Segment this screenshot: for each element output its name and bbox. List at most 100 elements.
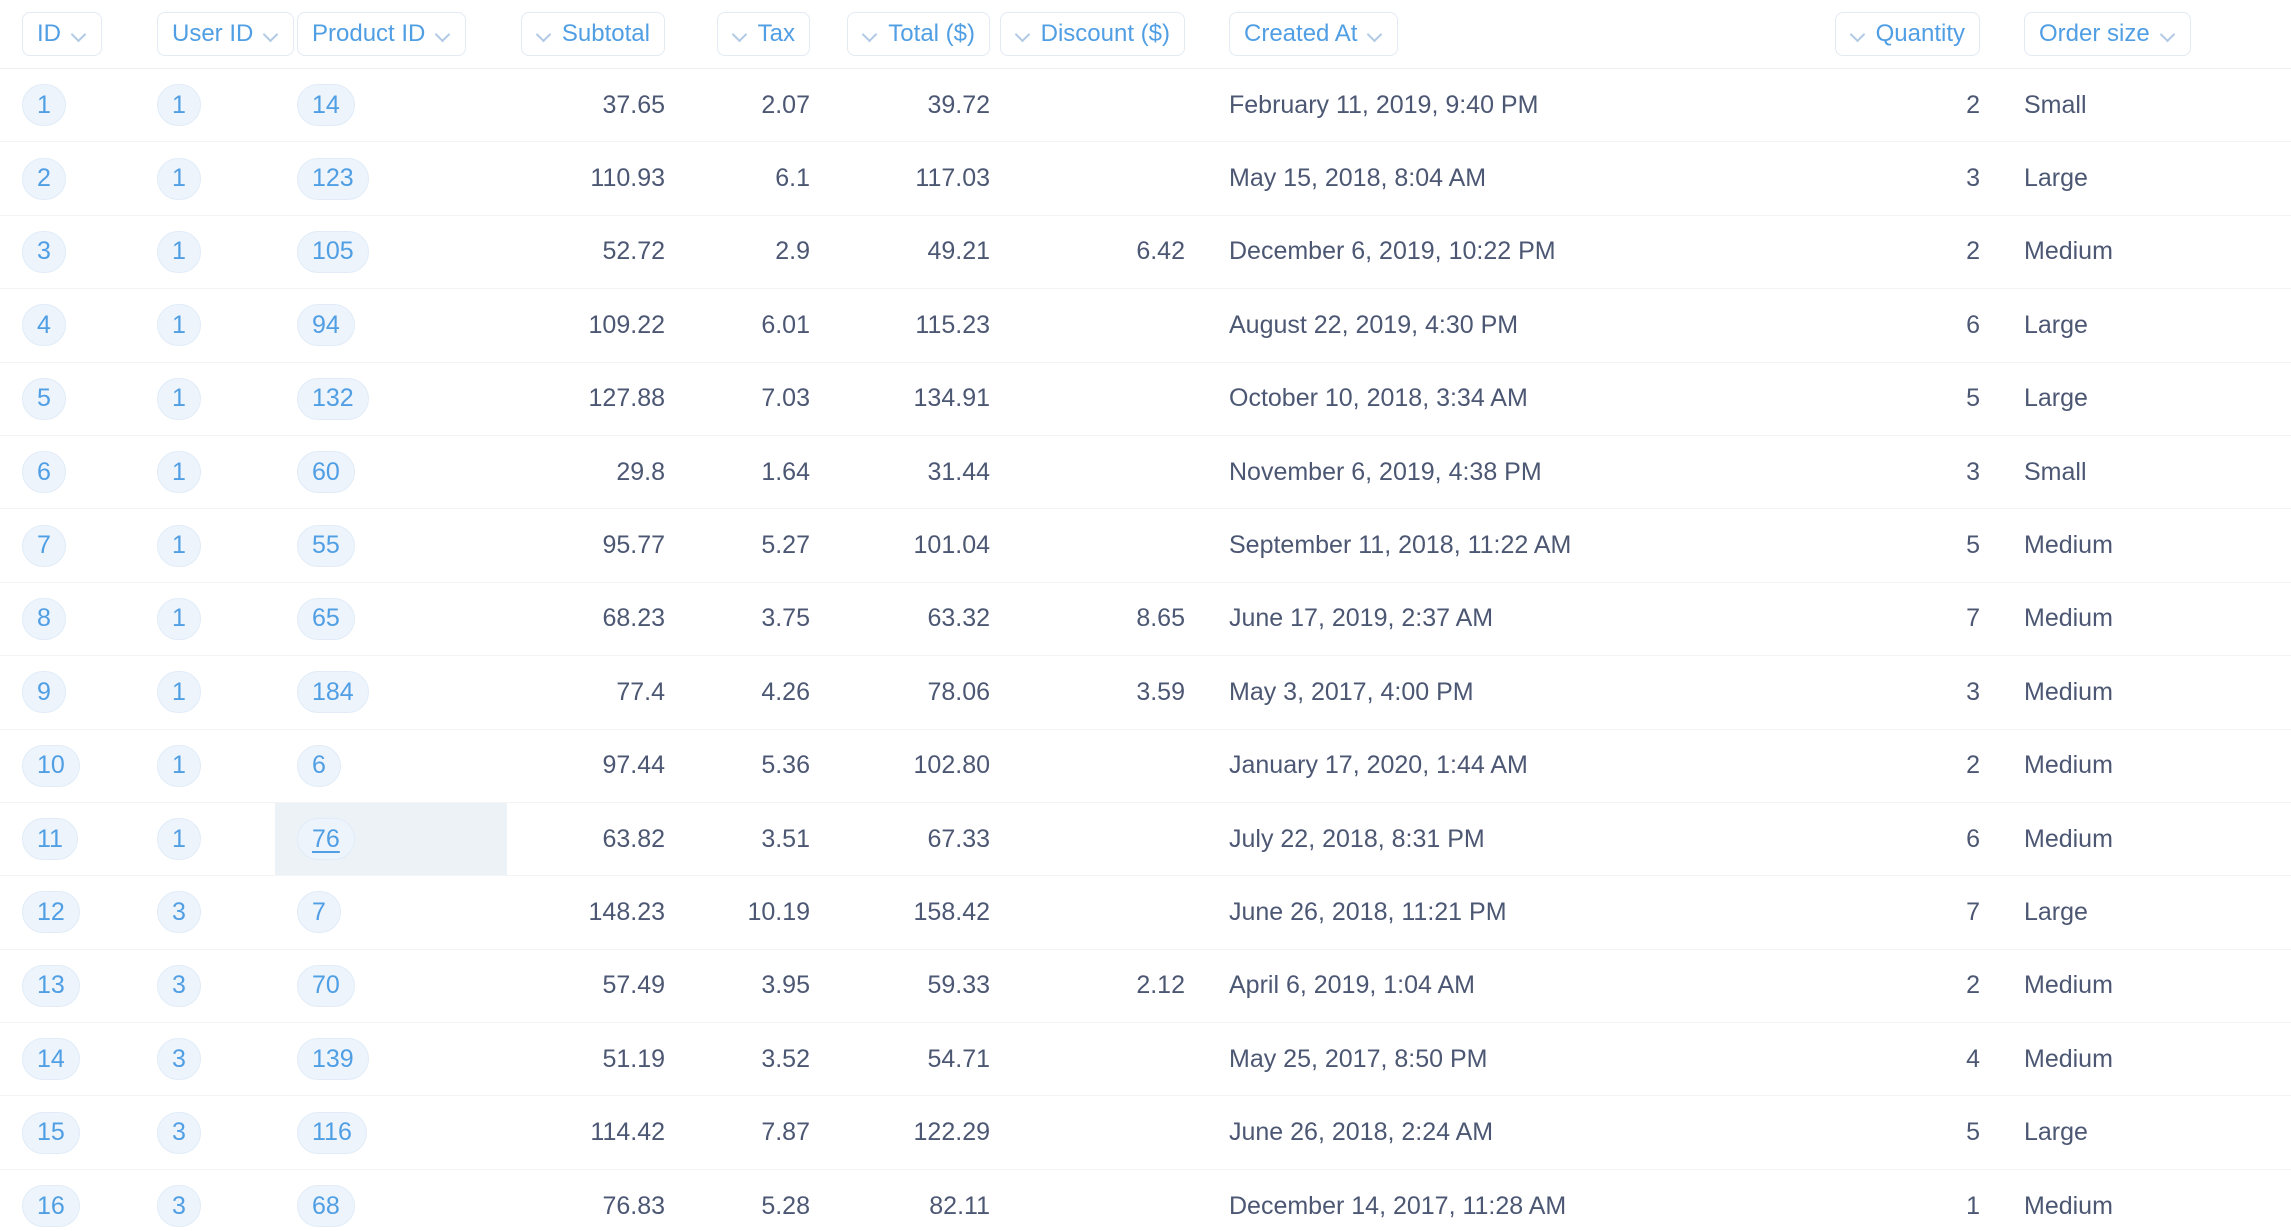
id-pill-product_id[interactable]: 68 — [297, 1185, 355, 1227]
id-pill-id[interactable]: 11 — [22, 818, 78, 860]
cell-tax[interactable]: 3.52 — [687, 1023, 832, 1096]
cell-quantity[interactable]: 5 — [1847, 509, 2002, 582]
cell-order_size[interactable]: Small — [2002, 69, 2291, 142]
cell-subtotal[interactable]: 63.82 — [507, 802, 687, 875]
cell-user_id[interactable]: 1 — [135, 802, 275, 875]
id-pill-id[interactable]: 12 — [22, 891, 80, 933]
column-header-button-order_size[interactable]: Order size — [2024, 12, 2191, 56]
cell-product_id[interactable]: 14 — [275, 69, 507, 142]
cell-id[interactable]: 16 — [0, 1169, 135, 1231]
cell-order_size[interactable]: Small — [2002, 435, 2291, 508]
id-pill-id[interactable]: 14 — [22, 1038, 80, 1080]
cell-user_id[interactable]: 3 — [135, 949, 275, 1022]
cell-order_size[interactable]: Large — [2002, 876, 2291, 949]
column-header-button-product_id[interactable]: Product ID — [297, 12, 466, 56]
cell-tax[interactable]: 6.01 — [687, 289, 832, 362]
id-pill-id[interactable]: 10 — [22, 745, 80, 787]
cell-quantity[interactable]: 7 — [1847, 876, 2002, 949]
id-pill-user_id[interactable]: 1 — [157, 745, 201, 787]
id-pill-id[interactable]: 8 — [22, 598, 66, 640]
cell-subtotal[interactable]: 97.44 — [507, 729, 687, 802]
table-row[interactable]: 4194109.226.01115.23August 22, 2019, 4:3… — [0, 289, 2291, 362]
table-row[interactable]: 616029.81.6431.44November 6, 2019, 4:38 … — [0, 435, 2291, 508]
id-pill-id[interactable]: 3 — [22, 231, 66, 273]
cell-subtotal[interactable]: 109.22 — [507, 289, 687, 362]
cell-discount[interactable] — [1012, 729, 1207, 802]
cell-total[interactable]: 122.29 — [832, 1096, 1012, 1169]
table-row[interactable]: 3110552.722.949.216.42December 6, 2019, … — [0, 215, 2291, 288]
cell-user_id[interactable]: 1 — [135, 142, 275, 215]
id-pill-product_id[interactable]: 76 — [297, 818, 355, 860]
column-header-button-tax[interactable]: Tax — [717, 12, 810, 56]
id-pill-id[interactable]: 2 — [22, 158, 66, 200]
table-row[interactable]: 51132127.887.03134.91October 10, 2018, 3… — [0, 362, 2291, 435]
cell-product_id[interactable]: 116 — [275, 1096, 507, 1169]
cell-order_size[interactable]: Medium — [2002, 509, 2291, 582]
id-pill-user_id[interactable]: 1 — [157, 451, 201, 493]
column-header-button-quantity[interactable]: Quantity — [1835, 12, 1980, 56]
cell-discount[interactable]: 8.65 — [1012, 582, 1207, 655]
cell-discount[interactable]: 3.59 — [1012, 656, 1207, 729]
cell-product_id[interactable]: 65 — [275, 582, 507, 655]
id-pill-product_id[interactable]: 65 — [297, 598, 355, 640]
cell-quantity[interactable]: 4 — [1847, 1023, 2002, 1096]
cell-id[interactable]: 8 — [0, 582, 135, 655]
id-pill-id[interactable]: 5 — [22, 378, 66, 420]
chevron-down-icon[interactable] — [862, 26, 878, 42]
cell-total[interactable]: 49.21 — [832, 215, 1012, 288]
cell-id[interactable]: 9 — [0, 656, 135, 729]
cell-subtotal[interactable]: 57.49 — [507, 949, 687, 1022]
cell-quantity[interactable]: 7 — [1847, 582, 2002, 655]
cell-created_at[interactable]: April 6, 2019, 1:04 AM — [1207, 949, 1847, 1022]
cell-product_id[interactable]: 94 — [275, 289, 507, 362]
cell-user_id[interactable]: 1 — [135, 362, 275, 435]
cell-total[interactable]: 158.42 — [832, 876, 1012, 949]
cell-discount[interactable] — [1012, 802, 1207, 875]
column-header-button-id[interactable]: ID — [22, 12, 102, 56]
cell-subtotal[interactable]: 127.88 — [507, 362, 687, 435]
cell-created_at[interactable]: February 11, 2019, 9:40 PM — [1207, 69, 1847, 142]
cell-tax[interactable]: 7.03 — [687, 362, 832, 435]
chevron-down-icon[interactable] — [71, 26, 87, 42]
cell-product_id[interactable]: 184 — [275, 656, 507, 729]
cell-subtotal[interactable]: 77.4 — [507, 656, 687, 729]
id-pill-product_id[interactable]: 14 — [297, 84, 355, 126]
cell-discount[interactable]: 2.12 — [1012, 949, 1207, 1022]
cell-total[interactable]: 67.33 — [832, 802, 1012, 875]
cell-subtotal[interactable]: 95.77 — [507, 509, 687, 582]
id-pill-product_id[interactable]: 94 — [297, 304, 355, 346]
cell-user_id[interactable]: 1 — [135, 289, 275, 362]
cell-quantity[interactable]: 2 — [1847, 729, 2002, 802]
cell-discount[interactable] — [1012, 1023, 1207, 1096]
cell-total[interactable]: 54.71 — [832, 1023, 1012, 1096]
chevron-down-icon[interactable] — [1367, 26, 1383, 42]
cell-discount[interactable] — [1012, 362, 1207, 435]
chevron-down-icon[interactable] — [435, 26, 451, 42]
cell-product_id[interactable]: 7 — [275, 876, 507, 949]
cell-created_at[interactable]: December 14, 2017, 11:28 AM — [1207, 1169, 1847, 1231]
cell-discount[interactable] — [1012, 142, 1207, 215]
id-pill-id[interactable]: 6 — [22, 451, 66, 493]
cell-tax[interactable]: 7.87 — [687, 1096, 832, 1169]
table-row[interactable]: 816568.233.7563.328.65June 17, 2019, 2:3… — [0, 582, 2291, 655]
cell-created_at[interactable]: July 22, 2018, 8:31 PM — [1207, 802, 1847, 875]
table-row[interactable]: 21123110.936.1117.03May 15, 2018, 8:04 A… — [0, 142, 2291, 215]
id-pill-id[interactable]: 13 — [22, 965, 80, 1007]
cell-product_id[interactable]: 123 — [275, 142, 507, 215]
cell-user_id[interactable]: 1 — [135, 435, 275, 508]
cell-product_id[interactable]: 68 — [275, 1169, 507, 1231]
cell-discount[interactable] — [1012, 1096, 1207, 1169]
cell-product_id[interactable]: 60 — [275, 435, 507, 508]
cell-product_id[interactable]: 76 — [275, 802, 507, 875]
id-pill-id[interactable]: 7 — [22, 525, 66, 567]
cell-created_at[interactable]: October 10, 2018, 3:34 AM — [1207, 362, 1847, 435]
cell-order_size[interactable]: Medium — [2002, 802, 2291, 875]
id-pill-product_id[interactable]: 60 — [297, 451, 355, 493]
cell-discount[interactable]: 6.42 — [1012, 215, 1207, 288]
id-pill-product_id[interactable]: 116 — [297, 1112, 367, 1154]
cell-discount[interactable] — [1012, 1169, 1207, 1231]
cell-order_size[interactable]: Large — [2002, 289, 2291, 362]
cell-tax[interactable]: 4.26 — [687, 656, 832, 729]
cell-id[interactable]: 15 — [0, 1096, 135, 1169]
id-pill-user_id[interactable]: 3 — [157, 1038, 201, 1080]
